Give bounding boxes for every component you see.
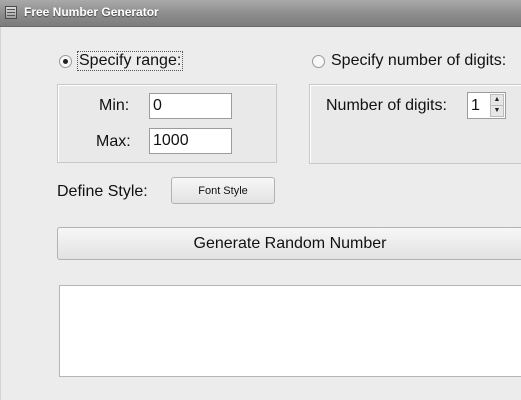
radio-unchecked-icon[interactable]: [312, 54, 325, 68]
app-icon: [5, 6, 17, 19]
max-label: Max:: [96, 133, 131, 150]
digits-value[interactable]: 1: [471, 97, 480, 115]
specify-range-radio[interactable]: Specify range:: [59, 51, 184, 71]
digits-group: Number of digits: 1 ▲ ▼: [309, 84, 521, 164]
radio-checked-icon[interactable]: [59, 54, 72, 68]
min-label: Min:: [99, 97, 130, 114]
specify-digits-label[interactable]: Specify number of digits:: [331, 52, 506, 70]
define-style-label: Define Style:: [57, 183, 148, 200]
font-style-button[interactable]: Font Style: [171, 177, 275, 204]
digits-label: Number of digits:: [326, 97, 447, 114]
max-input[interactable]: 1000: [149, 128, 232, 154]
digits-stepper[interactable]: 1 ▲ ▼: [467, 92, 506, 119]
specify-range-label[interactable]: Specify range:: [76, 51, 184, 71]
range-group: Min: 0 Max: 1000: [57, 84, 277, 163]
output-box[interactable]: [59, 285, 521, 377]
title-bar[interactable]: Free Number Generator: [0, 0, 521, 27]
specify-digits-radio[interactable]: Specify number of digits:: [312, 52, 506, 70]
main-panel: Specify range: Specify number of digits:…: [0, 27, 521, 400]
chevron-down-icon[interactable]: ▼: [490, 105, 504, 117]
window-title: Free Number Generator: [24, 5, 159, 19]
min-input[interactable]: 0: [149, 93, 232, 119]
generate-button[interactable]: Generate Random Number: [57, 227, 521, 260]
